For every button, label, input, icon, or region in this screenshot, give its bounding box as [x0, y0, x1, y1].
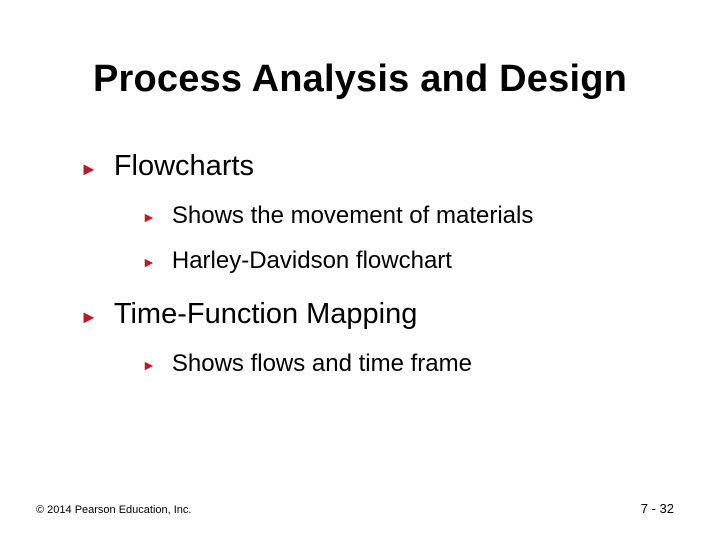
footer-page-number: 7 - 32 — [641, 501, 674, 516]
item-text: Shows the movement of materials — [172, 202, 534, 230]
slide: Process Analysis and Design ► Flowcharts… — [0, 0, 720, 540]
bullet-level2: ► Harley-Davidson flowchart — [142, 247, 660, 276]
triangle-bullet-icon: ► — [142, 248, 156, 276]
item-text: Harley-Davidson flowchart — [172, 247, 452, 275]
bullet-level1: ► Time-Function Mapping — [80, 298, 660, 334]
bullet-level2: ► Shows the movement of materials — [142, 202, 660, 231]
bullet-level2: ► Shows flows and time frame — [142, 350, 660, 379]
triangle-bullet-icon: ► — [80, 152, 98, 186]
triangle-bullet-icon: ► — [80, 300, 98, 334]
bullet-level1: ► Flowcharts — [80, 150, 660, 186]
footer-copyright: © 2014 Pearson Education, Inc. — [36, 504, 191, 516]
heading-text: Flowcharts — [114, 150, 254, 183]
heading-text: Time-Function Mapping — [114, 298, 418, 331]
item-text: Shows flows and time frame — [172, 350, 472, 378]
slide-content: ► Flowcharts ► Shows the movement of mat… — [80, 150, 660, 387]
slide-title: Process Analysis and Design — [0, 58, 720, 101]
triangle-bullet-icon: ► — [142, 351, 156, 379]
triangle-bullet-icon: ► — [142, 203, 156, 231]
